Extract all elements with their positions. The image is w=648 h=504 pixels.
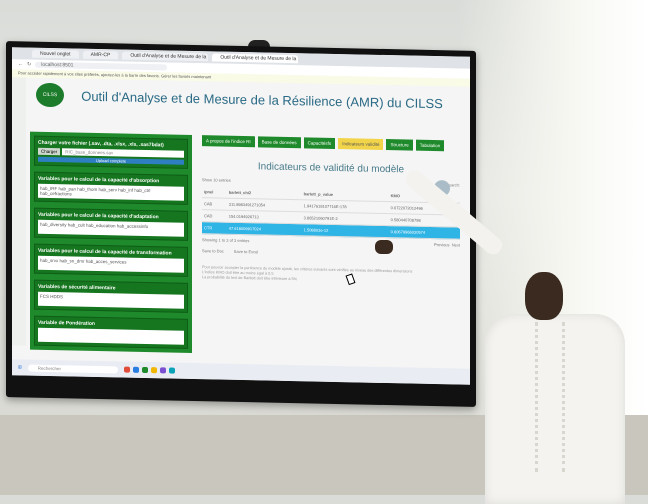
variable-selector[interactable] — [38, 327, 184, 345]
browser-window: Nouvel onglet AMR-CP Outil d'Analyse et … — [12, 47, 470, 385]
browser-side-rail — [12, 77, 26, 346]
taskbar-apps — [123, 366, 175, 374]
column-header[interactable]: ipnel — [202, 186, 227, 199]
validity-notes: Pour pouvoir accepter la pertinence du m… — [202, 265, 460, 285]
file-name-field[interactable]: RIC_base_donnees.sav — [62, 148, 184, 158]
table-info: Showing 1 to 3 of 3 entries — [202, 237, 250, 244]
upload-status: Upload complete — [38, 156, 184, 165]
prev-button[interactable]: Previous — [434, 242, 450, 247]
entries-select[interactable]: 10 — [213, 177, 217, 182]
table-cell: 1.508803e-12 — [301, 223, 389, 238]
upload-button[interactable]: Charger — [38, 147, 61, 156]
back-icon[interactable]: ← — [18, 61, 23, 67]
display-screen: Nouvel onglet AMR-CP Outil d'Analyse et … — [6, 41, 476, 407]
tab-tabulation[interactable]: Tabulation — [415, 139, 445, 152]
show-label: Show — [202, 177, 213, 183]
app-icon[interactable] — [123, 366, 130, 373]
browser-tab[interactable]: Outil d'Analyse et de Mesure de la Résil… — [122, 51, 209, 62]
os-taskbar: ⊞ Rechercher — [12, 359, 470, 385]
save-excel-button[interactable]: Save to Excel — [234, 249, 258, 255]
main-panel: A propos de l'indice RI Base de données … — [202, 135, 460, 358]
tab-base-donnees[interactable]: Base de données — [257, 136, 301, 149]
browser-tab[interactable]: Nouvel onglet — [32, 49, 79, 59]
entries-label: entries — [218, 177, 231, 183]
tab-structure[interactable]: Structure — [386, 139, 413, 151]
variable-section: Variables de sécurité alimentaire FCS HD… — [34, 279, 188, 313]
nav-tabs: A propos de l'indice RI Base de données … — [202, 135, 460, 152]
taskbar-search[interactable]: Rechercher — [27, 364, 118, 373]
sidebar: Charger votre fichier (.sav, .dta, .xlsx… — [30, 131, 192, 353]
app-icon[interactable] — [168, 367, 175, 374]
tab-capacites[interactable]: Capacitésfs — [303, 137, 336, 149]
next-button[interactable]: Next — [452, 242, 460, 247]
variable-section: Variables pour le calcul de la capacité … — [34, 171, 188, 205]
app-icon[interactable] — [150, 367, 157, 374]
table-cell: 0.60679966030574 — [388, 225, 460, 240]
refresh-icon[interactable]: ↻ — [27, 62, 31, 68]
variable-selector[interactable]: hab_diversity hab_cult hab_education hab… — [38, 219, 184, 237]
table-cell: 47.618009917024 — [226, 222, 302, 236]
app-header: CILSS Outil d'Analyse et de Mesure de la… — [36, 80, 460, 119]
variable-section: Variable de Pondération — [34, 315, 188, 349]
variable-selector[interactable]: hab_srvx hab_sn_dmr hab_acces_services — [38, 255, 184, 273]
app-icon[interactable] — [132, 366, 139, 373]
tab-a-propos[interactable]: A propos de l'indice RI — [202, 135, 255, 148]
presenter — [375, 166, 635, 504]
browser-tab-active[interactable]: Outil d'Analyse et de Mesure de la Résil… — [212, 53, 299, 64]
windows-start-icon[interactable]: ⊞ — [18, 364, 22, 370]
presenter-head — [525, 272, 563, 320]
table-cell: CAD — [202, 209, 227, 223]
table-cell: CAB — [202, 197, 227, 211]
app-icon[interactable] — [159, 367, 166, 374]
upload-section: Charger votre fichier (.sav, .dta, .xlsx… — [34, 135, 188, 169]
variable-section: Variables pour le calcul de la capacité … — [34, 207, 188, 241]
browser-tab[interactable]: AMR-CP — [82, 50, 119, 60]
app-icon[interactable] — [141, 366, 148, 374]
export-buttons: Save to Doc Save to Excel — [202, 248, 460, 258]
variable-section: Variables pour le calcul de la capacité … — [34, 243, 188, 277]
robe-embroidery — [535, 322, 565, 472]
tab-indicateurs[interactable]: Indicateurs validité — [338, 138, 384, 150]
cilss-logo: CILSS — [36, 82, 64, 108]
variable-selector[interactable]: hab_IRF hab_pan hab_thom hab_serv hab_in… — [38, 183, 184, 201]
save-doc-button[interactable]: Save to Doc — [202, 248, 224, 253]
variable-selector[interactable]: FCS HDDS — [38, 291, 184, 309]
page-title: Outil d'Analyse et de Mesure de la Résil… — [81, 88, 443, 111]
table-cell: CTR — [202, 221, 227, 235]
pointing-hand — [375, 240, 393, 254]
